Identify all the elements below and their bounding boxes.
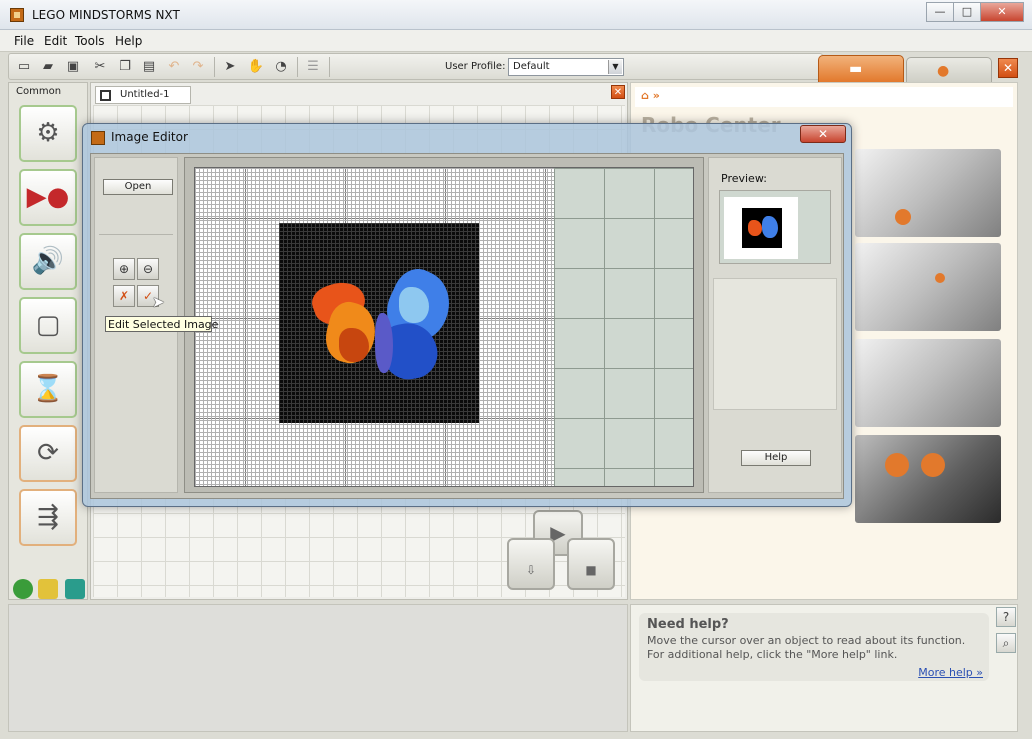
stop-button[interactable]: ■ [567,538,615,590]
speaker-icon: 🔊 [31,246,65,276]
switch-block-button[interactable]: ⇶ [19,489,77,546]
cancel-edit-icon[interactable]: ✗ [113,285,135,307]
zoom-in-icon[interactable]: ⊕ [113,258,135,280]
pixel-editor-area [184,157,704,493]
common-palette-tab[interactable] [13,579,33,599]
comment-tool-icon[interactable]: ◔ [272,58,290,76]
tooltip: Edit Selected Image [105,316,218,332]
robo-breadcrumb[interactable]: ⌂ » [635,87,1013,107]
robot-model-image[interactable] [855,149,1001,237]
breadcrumb-arrow: » [652,89,660,102]
more-help-link[interactable]: More help » [918,666,983,679]
loop-block-button[interactable]: ⟳ [19,425,77,482]
preview-frame [719,190,831,264]
menu-file[interactable]: File [14,34,34,48]
robot-model-image[interactable] [855,339,1001,427]
chevron-down-icon[interactable]: ▼ [608,60,622,74]
user-profile-select[interactable]: Default ▼ [508,58,624,76]
preview-canvas [724,197,798,259]
palette-title: Common [16,86,62,97]
mouse-cursor-icon: ➤ [152,293,165,311]
robot-model-image[interactable] [855,243,1001,331]
window-controls: — □ ✕ [926,2,1024,22]
download-button[interactable]: ⇩ [507,538,555,590]
display-block-button[interactable]: ▢ [19,297,77,354]
preview-label: Preview: [721,172,767,185]
zoom-search-icon[interactable]: ⌕ [996,633,1016,653]
menu-tools[interactable]: Tools [75,34,105,48]
copy-icon[interactable]: ❐ [116,58,134,76]
pixel-grid[interactable] [194,167,694,487]
move-block-button[interactable]: ⚙ [19,105,77,162]
pointer-tool-icon[interactable]: ➤ [221,58,239,76]
zoom-out-icon[interactable]: ⊖ [137,258,159,280]
switch-icon: ⇶ [37,502,59,532]
tab-robo-center[interactable]: ▬ [818,55,904,82]
sound-block-button[interactable]: 🔊 [19,233,77,290]
configuration-panel [8,604,628,732]
minimize-button[interactable]: — [926,2,954,22]
preview-info-panel [713,278,837,410]
dialog-title: Image Editor [111,130,188,144]
pan-tool-icon[interactable]: ✋ [247,58,265,76]
custom-palette-icon[interactable]: ☰ [304,58,322,76]
complete-palette-tab[interactable] [38,579,58,599]
hourglass-icon: ⌛ [31,374,65,404]
nxt-controller: ▶ ⇩ ■ [505,505,615,591]
robot-model-image[interactable] [855,435,1001,523]
document-tab-label: Untitled-1 [120,89,170,100]
image-editor-dialog: Image Editor ✕ Open ⊕ ⊖ ✗ ✓ Preview: Hel… [82,123,852,507]
dialog-app-icon [91,131,105,145]
user-profile-label: User Profile: [445,61,506,72]
open-button[interactable]: Open [103,179,173,195]
new-file-icon[interactable]: ▭ [15,58,33,76]
window-title: LEGO MINDSTORMS NXT [32,8,180,22]
record-icon: ▶● [26,182,70,212]
dialog-help-button[interactable]: Help [741,450,811,466]
loop-icon: ⟳ [37,438,59,468]
record-play-block-button[interactable]: ▶● [19,169,77,226]
undo-icon[interactable]: ↶ [165,58,183,76]
menu-bar: File Edit Tools Help [0,30,1032,52]
community-icon: ● [937,63,950,79]
program-icon [100,90,111,101]
title-bar: LEGO MINDSTORMS NXT — □ ✕ [0,0,1032,30]
toolbar: ▭ ▰ ▣ ✂ ❐ ▤ ↶ ↷ ➤ ✋ ◔ ☰ User Profile: De… [8,53,823,80]
home-icon[interactable]: ⌂ [641,89,649,102]
preview-column: Preview: Help [708,157,842,493]
display-icon: ▢ [35,310,61,340]
save-icon[interactable]: ▣ [64,58,82,76]
menu-help[interactable]: Help [115,34,142,48]
help-panel: Need help? Move the cursor over an objec… [630,604,1018,732]
close-document-button[interactable]: ✕ [611,85,625,99]
app-icon [10,8,24,22]
block-palette: Common ⚙ ▶● 🔊 ▢ ⌛ ⟳ ⇶ [8,82,88,600]
dialog-close-button[interactable]: ✕ [800,125,846,143]
maximize-button[interactable]: □ [953,2,981,22]
paste-icon[interactable]: ▤ [140,58,158,76]
custom-palette-tab[interactable] [65,579,85,599]
close-robo-center-button[interactable]: ✕ [998,58,1018,78]
wait-block-button[interactable]: ⌛ [19,361,77,418]
close-button[interactable]: ✕ [980,2,1024,22]
help-box: Need help? Move the cursor over an objec… [639,613,989,681]
cut-icon[interactable]: ✂ [91,58,109,76]
help-question-icon[interactable]: ? [996,607,1016,627]
help-body: Move the cursor over an object to read a… [647,634,966,661]
menu-edit[interactable]: Edit [44,34,67,48]
help-title: Need help? [647,617,729,632]
brick-icon: ▬ [849,61,863,77]
grid-out-of-bounds-area [554,168,693,486]
user-profile-value: Default [513,61,550,72]
gears-icon: ⚙ [36,118,60,148]
open-folder-icon[interactable]: ▰ [39,58,57,76]
tab-untitled[interactable]: Untitled-1 [95,86,191,104]
preview-thumbnail [742,208,782,248]
tab-community[interactable]: ● [906,57,992,82]
redo-icon[interactable]: ↷ [189,58,207,76]
pixel-image[interactable] [279,223,479,423]
